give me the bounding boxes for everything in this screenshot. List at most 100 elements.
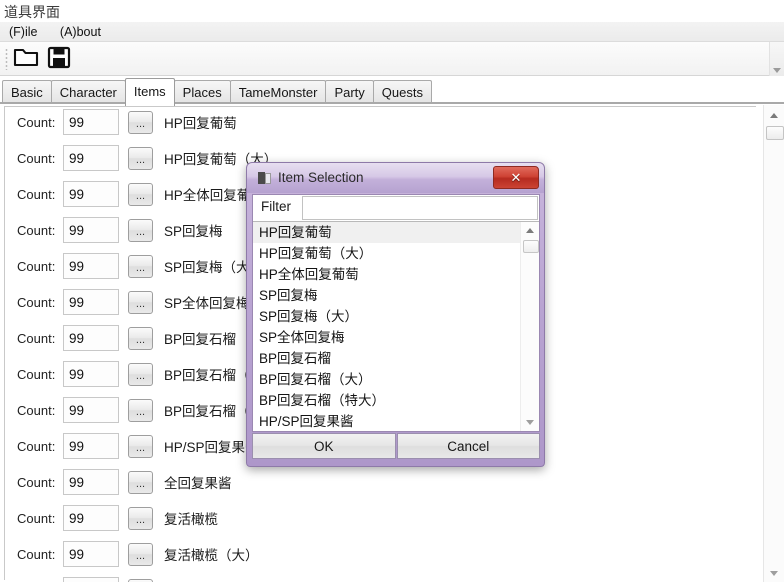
item-row: Count: 99... SP回复梅（大） (5, 248, 263, 284)
list-item[interactable]: BP回复石榴 (253, 348, 521, 369)
menu-bar: (F)ile (A)bout (0, 22, 784, 42)
triangle-down-icon (526, 420, 534, 425)
count-input[interactable]: 99 (63, 469, 119, 495)
tab-strip: Basic Character Items Places TameMonster Part… (0, 76, 784, 106)
item-name-label: 复活橄榄（大） (164, 548, 259, 563)
browse-item-button[interactable]: ... (128, 218, 153, 242)
menu-about[interactable]: (A)bout (51, 22, 110, 41)
listbox-scrollbar[interactable] (520, 222, 539, 431)
count-label: Count: (17, 510, 56, 526)
count-input[interactable]: 99 (63, 181, 119, 207)
dialog-title-bar[interactable]: Item Selection ✕ (247, 163, 544, 193)
browse-item-button[interactable]: ... (128, 326, 153, 350)
count-label: Count: (17, 402, 56, 418)
list-item[interactable]: SP回复梅 (253, 285, 521, 306)
count-input[interactable]: 99 (63, 289, 119, 315)
list-scroll-up-button[interactable] (523, 224, 537, 237)
list-item[interactable]: SP全体回复梅 (253, 327, 521, 348)
count-input[interactable]: 99 (63, 397, 119, 423)
count-label: Count: (17, 546, 56, 562)
browse-item-button[interactable]: ... (128, 362, 153, 386)
count-input[interactable]: 99 (63, 541, 119, 567)
list-scroll-down-button[interactable] (523, 416, 537, 429)
item-row: Count: 99... 全回复果酱 (5, 464, 232, 500)
item-row: Count: 99... 复活橄榄（大） (5, 536, 259, 572)
count-input[interactable]: 99 (63, 109, 119, 135)
item-name-label: 全回复果酱 (164, 476, 232, 491)
browse-item-button[interactable]: ... (128, 506, 153, 530)
count-input[interactable]: 99 (63, 361, 119, 387)
dialog-buttons: OK Cancel (252, 433, 540, 459)
count-label: Count: (17, 258, 56, 274)
count-label: Count: (17, 474, 56, 490)
floppy-disk-save-icon (47, 45, 71, 74)
browse-item-button[interactable]: ... (128, 398, 153, 422)
item-row: Count: 99... BP回复石榴 (5, 320, 236, 356)
list-item[interactable]: HP回复葡萄 (253, 222, 521, 243)
browse-item-button[interactable]: ... (128, 146, 153, 170)
browse-item-button[interactable]: ... (128, 182, 153, 206)
list-item[interactable]: HP全体回复葡萄 (253, 264, 521, 285)
list-item[interactable]: SP回复梅（大） (253, 306, 521, 327)
browse-item-button[interactable]: ... (128, 578, 153, 582)
triangle-down-icon (770, 570, 778, 576)
filter-input[interactable] (302, 196, 538, 220)
item-row: Count: 99... SP全体回复梅 (5, 284, 250, 320)
menu-file[interactable]: (F)ile (0, 22, 46, 41)
count-label: Count: (17, 294, 56, 310)
browse-item-button[interactable]: ... (128, 542, 153, 566)
list-item[interactable]: BP回复石榴（大） (253, 369, 521, 390)
window-caption: 道具界面 (0, 0, 784, 22)
item-name-label: SP回复梅 (164, 224, 223, 239)
filter-label: Filter (261, 199, 291, 214)
scroll-down-button[interactable] (766, 565, 782, 581)
count-input[interactable]: 99 (63, 253, 119, 279)
item-name-label: BP回复石榴 (164, 332, 237, 347)
save-button[interactable] (45, 46, 73, 72)
browse-item-button[interactable]: ... (128, 254, 153, 278)
cancel-button[interactable]: Cancel (396, 433, 540, 459)
browse-item-button[interactable]: ... (128, 434, 153, 458)
count-input[interactable]: 99 (63, 505, 119, 531)
list-item[interactable]: HP回复葡萄（大） (253, 243, 521, 264)
browse-item-button[interactable]: ... (128, 110, 153, 134)
item-name-label: HP回复葡萄 (164, 116, 237, 131)
item-name-label: HP/SP回复果酱 (164, 440, 259, 455)
browse-item-button[interactable]: ... (128, 290, 153, 314)
dialog-title: Item Selection (278, 170, 364, 185)
tab-items[interactable]: Items (124, 78, 175, 106)
item-row: Count: 99... BP回复石榴（特大 (5, 392, 277, 428)
count-label: Count: (17, 222, 56, 238)
toolbar-grip[interactable] (5, 48, 8, 70)
count-label: Count: (17, 186, 56, 202)
scrollbar-thumb[interactable] (766, 126, 784, 140)
list-item[interactable]: BP回复石榴（特大） (253, 390, 521, 411)
list-scrollbar-thumb[interactable] (523, 240, 539, 253)
item-row: Count: 99... SP回复梅 (5, 212, 223, 248)
triangle-up-icon (526, 228, 534, 233)
ok-button[interactable]: OK (252, 433, 396, 459)
item-row: Count: 99... HP回复葡萄 (5, 104, 237, 140)
count-input[interactable]: 99 (63, 217, 119, 243)
open-button[interactable] (12, 46, 40, 72)
item-listbox[interactable]: HP回复葡萄 HP回复葡萄（大） HP全体回复葡萄 SP回复梅 SP回复梅（大） SP全体… (253, 222, 539, 431)
item-row: Count: 99... 复活橄榄 (5, 500, 218, 536)
count-label: Count: (17, 114, 56, 130)
count-input[interactable]: 99 (63, 577, 119, 582)
application-icon (258, 172, 271, 184)
count-input[interactable]: 99 (63, 145, 119, 171)
item-name-label: SP全体回复梅 (164, 296, 250, 311)
count-input[interactable]: 99 (63, 325, 119, 351)
toolbar-overflow-scroll[interactable] (769, 42, 784, 76)
browse-item-button[interactable]: ... (128, 470, 153, 494)
count-input[interactable]: 99 (63, 433, 119, 459)
chevron-down-icon (773, 68, 781, 73)
count-label: Count: (17, 366, 56, 382)
scroll-up-button[interactable] (766, 107, 782, 123)
items-vertical-scrollbar[interactable] (763, 105, 784, 582)
close-icon[interactable]: ✕ (493, 166, 539, 189)
application-window: 道具界面 (F)ile (A)bout Basic Character Item… (0, 0, 784, 582)
item-row: Count:99...复活橄榄（特大） (5, 572, 272, 582)
list-item[interactable]: HP/SP回复果酱 (253, 411, 521, 431)
item-row: Count: 99... HP/SP回复果酱 (5, 428, 259, 464)
